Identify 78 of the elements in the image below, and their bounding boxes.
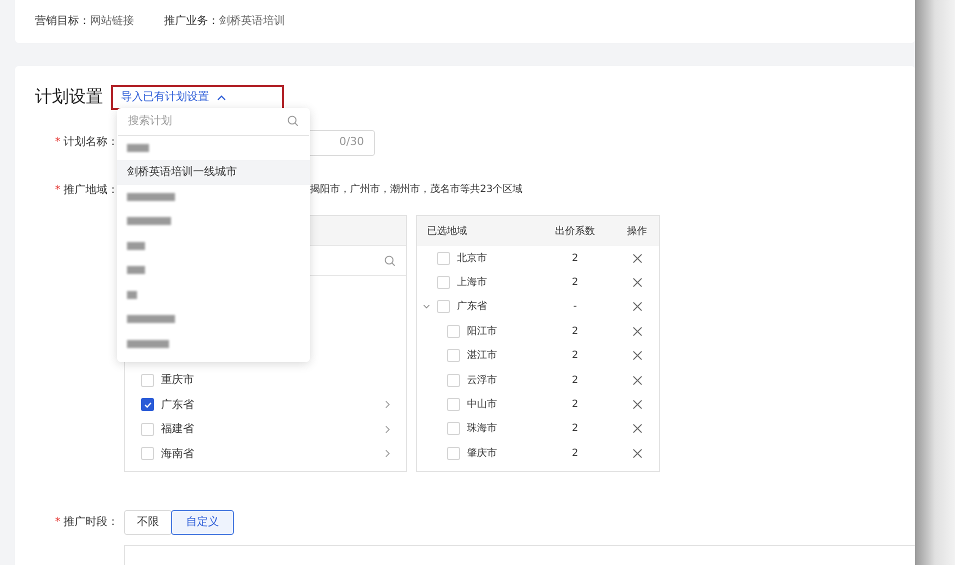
redacted-text: [127, 290, 137, 299]
search-icon: [384, 254, 396, 266]
remove-icon[interactable]: [632, 374, 642, 386]
column-header: 已选地域: [426, 224, 468, 238]
remove-icon[interactable]: [632, 448, 642, 459]
checkbox[interactable]: [447, 324, 460, 338]
bid-coefficient: 2: [570, 349, 580, 364]
redacted-text: [127, 315, 175, 324]
region-name: 珠海市: [467, 422, 497, 436]
redacted-text: [127, 242, 145, 250]
redacted-text: [127, 217, 171, 226]
expand-caret-icon[interactable]: [423, 304, 430, 310]
region-name: 湛江市: [467, 348, 497, 364]
checkbox[interactable]: [141, 447, 154, 460]
region-option[interactable]: 广东省: [161, 396, 378, 413]
checkmark-icon: [142, 400, 152, 410]
plan-option[interactable]: 剑桥英语培训一线城市: [117, 160, 310, 184]
plan-option[interactable]: [117, 184, 310, 209]
search-icon: [287, 115, 299, 127]
field-label: 计划名称：: [64, 134, 118, 150]
schedule-option[interactable]: 自定义: [171, 510, 234, 535]
checkbox[interactable]: [447, 446, 460, 460]
region-name: 上海市: [457, 276, 487, 290]
checkbox[interactable]: [447, 422, 460, 436]
region-name: 北京市: [457, 252, 487, 266]
bid-coefficient: 2: [570, 276, 580, 290]
plan-search-input[interactable]: 搜索计划: [128, 112, 268, 130]
checkbox[interactable]: [141, 422, 154, 436]
checkbox[interactable]: [437, 276, 450, 290]
required-mark: *: [55, 514, 60, 530]
column-header: 出价系数: [554, 224, 596, 238]
bid-coefficient: 2: [570, 398, 580, 412]
schedule-option[interactable]: 不限: [124, 510, 172, 535]
bid-coefficient: 2: [570, 422, 580, 436]
field-label: 推广地域：: [64, 182, 118, 198]
redacted-text: [127, 192, 175, 201]
remove-icon[interactable]: [632, 350, 642, 362]
checkbox[interactable]: [141, 398, 154, 412]
summary-label: 营销目标：: [35, 13, 90, 29]
region-option[interactable]: 重庆市: [161, 372, 390, 388]
region-name: 中山市: [467, 398, 497, 412]
redacted-text: [127, 266, 145, 274]
character-counter: 0/30: [339, 134, 364, 150]
remove-icon[interactable]: [632, 423, 642, 434]
checkbox[interactable]: [141, 374, 154, 387]
checkbox[interactable]: [437, 300, 450, 314]
checkbox[interactable]: [447, 349, 460, 362]
bid-coefficient: 2: [570, 252, 580, 266]
required-mark: *: [55, 182, 60, 198]
checkbox[interactable]: [447, 398, 460, 412]
region-option[interactable]: 福建省: [161, 421, 378, 438]
checkbox[interactable]: [437, 252, 450, 265]
region-name: 阳江市: [467, 324, 497, 339]
summary-value: 网站链接: [90, 13, 134, 29]
remove-icon[interactable]: [632, 326, 642, 337]
checkbox[interactable]: [447, 374, 460, 387]
remove-icon[interactable]: [632, 277, 642, 288]
summary-value: 剑桥英语培训: [219, 13, 285, 29]
bid-coefficient: -: [572, 300, 578, 314]
region-option[interactable]: 海南省: [161, 446, 378, 462]
redacted-text: [127, 340, 169, 348]
plan-option[interactable]: [117, 136, 310, 160]
summary-label: 推广业务：: [164, 13, 219, 29]
field-label: 推广时段：: [64, 514, 118, 530]
remove-icon[interactable]: [632, 399, 642, 410]
region-name: 云浮市: [467, 374, 497, 388]
bid-coefficient: 2: [570, 374, 580, 388]
remove-icon[interactable]: [632, 301, 642, 312]
bid-coefficient: 2: [570, 324, 580, 339]
column-header: 操作: [626, 224, 648, 238]
remove-icon[interactable]: [632, 252, 642, 264]
section-title: 计划设置: [35, 86, 103, 109]
required-mark: *: [55, 134, 60, 150]
region-summary: 揭阳市，广州市，潮州市，茂名市等共23个区域: [310, 182, 523, 198]
region-name: 广东省: [457, 300, 487, 314]
bid-coefficient: 2: [570, 446, 580, 461]
region-name: 肇庆市: [467, 446, 497, 461]
redacted-text: [127, 144, 149, 152]
